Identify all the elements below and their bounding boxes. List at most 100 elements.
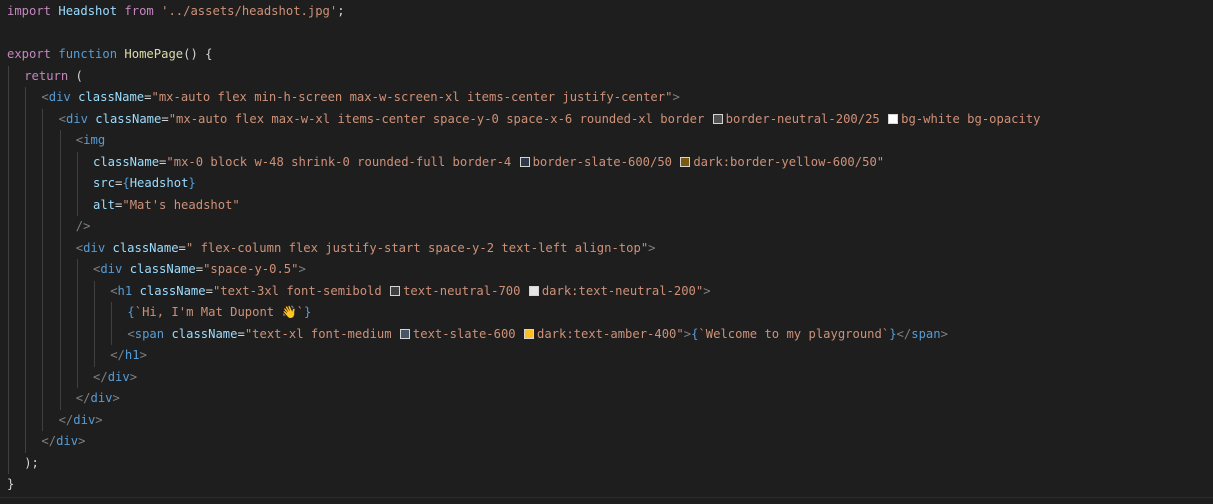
code-line[interactable]: } — [0, 474, 1213, 496]
code-line[interactable]: </div> — [0, 409, 1213, 431]
code-token: > — [648, 240, 656, 255]
indent-guide — [25, 388, 27, 410]
indent-guide — [8, 323, 9, 345]
code-token: () { — [183, 47, 213, 61]
indent-guide — [59, 151, 61, 173]
color-swatch-icon[interactable] — [399, 328, 410, 339]
code-line[interactable]: /> — [0, 216, 1213, 238]
color-swatch-icon[interactable] — [390, 285, 401, 296]
code-token: </ — [896, 326, 912, 341]
code-line[interactable]: {`Hi, I'm Mat Dupont 👋`} — [0, 302, 1213, 324]
code-token: ( — [68, 68, 83, 83]
code-line[interactable]: <img — [0, 130, 1213, 152]
code-token: h1 — [117, 283, 133, 298]
indent-guide — [25, 87, 27, 109]
color-swatch-icon[interactable] — [712, 113, 723, 124]
code-line[interactable]: return ( — [0, 65, 1213, 87]
code-line[interactable]: <div className=" flex-column flex justif… — [0, 237, 1213, 259]
indent-guide — [59, 345, 61, 367]
indent-guide — [76, 345, 78, 367]
code-token: className — [112, 240, 179, 255]
indent-guide — [25, 345, 27, 367]
indent-guide — [8, 302, 9, 324]
code-line[interactable]: <div className="mx-auto flex max-w-xl it… — [0, 108, 1213, 130]
indent-guide — [8, 259, 9, 281]
code-token: " flex-column flex justify-start space-y… — [185, 240, 649, 255]
indent-guide — [76, 302, 78, 324]
indent-guide — [25, 216, 27, 238]
code-token: div — [90, 391, 113, 405]
code-line[interactable]: ); — [0, 452, 1213, 474]
code-token: dark:text-neutral-200" — [541, 283, 704, 298]
code-line[interactable]: <span className="text-xl font-medium tex… — [0, 323, 1213, 345]
code-token: } — [304, 305, 312, 319]
code-token: border-neutral-200/25 — [725, 111, 888, 126]
indent-guide — [76, 151, 78, 173]
indent-guide — [59, 388, 61, 410]
code-token: import — [7, 4, 52, 18]
indent-guide — [42, 173, 44, 195]
code-line[interactable]: alt="Mat's headshot" — [0, 194, 1213, 216]
code-token: `Welcome to my playground` — [698, 326, 890, 341]
code-token: } — [889, 326, 897, 341]
code-token: ); — [24, 455, 39, 470]
code-line[interactable] — [0, 23, 1213, 45]
code-line[interactable]: <div className="space-y-0.5"> — [0, 259, 1213, 281]
code-line[interactable]: <div className="mx-auto flex min-h-scree… — [0, 87, 1213, 109]
indent-guide — [25, 302, 27, 324]
code-token: </ — [110, 348, 125, 362]
indent-guide — [25, 194, 27, 216]
code-line[interactable]: <h1 className="text-3xl font-semibold te… — [0, 280, 1213, 302]
indent-guide — [94, 323, 95, 345]
indent-guide — [42, 151, 44, 173]
code-token: border-slate-600/50 — [532, 154, 680, 169]
code-token: div — [100, 262, 123, 276]
code-token: > — [683, 326, 692, 341]
code-token: return — [24, 68, 69, 83]
code-token: span — [134, 326, 165, 341]
color-swatch-icon[interactable] — [519, 156, 530, 167]
code-token: > — [703, 283, 711, 298]
code-token: { — [127, 305, 135, 319]
code-line[interactable]: src={Headshot} — [0, 173, 1213, 195]
code-line[interactable]: import Headshot from '../assets/headshot… — [0, 1, 1213, 23]
indent-guide — [59, 302, 61, 324]
indent-guide — [42, 130, 44, 152]
indent-guide — [8, 173, 9, 195]
indent-guide — [59, 259, 61, 281]
indent-guide — [76, 323, 78, 345]
indent-guide — [59, 173, 61, 195]
indent-guide — [76, 194, 78, 216]
code-line[interactable]: export function HomePage() { — [0, 44, 1213, 66]
indent-guide — [8, 130, 9, 152]
code-token: "mx-auto flex min-h-screen max-w-screen-… — [151, 90, 673, 104]
color-swatch-icon[interactable] — [888, 113, 899, 124]
code-token: { — [122, 176, 130, 190]
code-line[interactable]: </h1> — [0, 345, 1213, 367]
color-swatch-icon[interactable] — [528, 285, 539, 296]
code-token: > — [940, 326, 948, 341]
code-token: < — [127, 326, 135, 341]
indent-guide — [8, 431, 9, 453]
indent-guide — [42, 108, 44, 130]
code-line[interactable]: </div> — [0, 366, 1213, 388]
code-line[interactable]: </div> — [0, 388, 1213, 410]
code-token: > — [298, 262, 306, 276]
code-token: "space-y-0.5" — [203, 262, 299, 276]
indent-guide — [76, 173, 78, 195]
color-swatch-icon[interactable] — [523, 328, 534, 339]
indent-guide — [59, 323, 61, 345]
indent-guide — [8, 237, 9, 259]
color-swatch-icon[interactable] — [680, 156, 691, 167]
indent-guide — [8, 151, 9, 173]
code-token: dark:border-yellow-600/50" — [693, 154, 885, 169]
code-token: "mx-auto flex max-w-xl items-center spac… — [168, 111, 712, 126]
code-line[interactable]: className="mx-0 block w-48 shrink-0 roun… — [0, 151, 1213, 173]
code-token: = — [195, 262, 204, 276]
code-token: h1 — [124, 348, 140, 362]
code-line[interactable]: </div> — [0, 431, 1213, 453]
code-editor[interactable]: import Headshot from '../assets/headshot… — [0, 1, 1213, 496]
